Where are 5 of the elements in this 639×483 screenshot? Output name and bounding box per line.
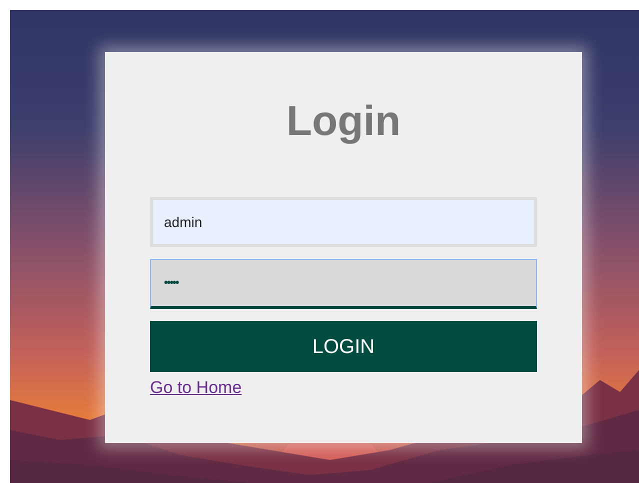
password-field[interactable]: ••••• [150,259,537,310]
login-title: Login [285,98,402,144]
home-link[interactable]: Go to Home [150,375,242,401]
login-button[interactable]: LOGIN [150,321,537,372]
username-field[interactable]: admin [150,197,537,248]
